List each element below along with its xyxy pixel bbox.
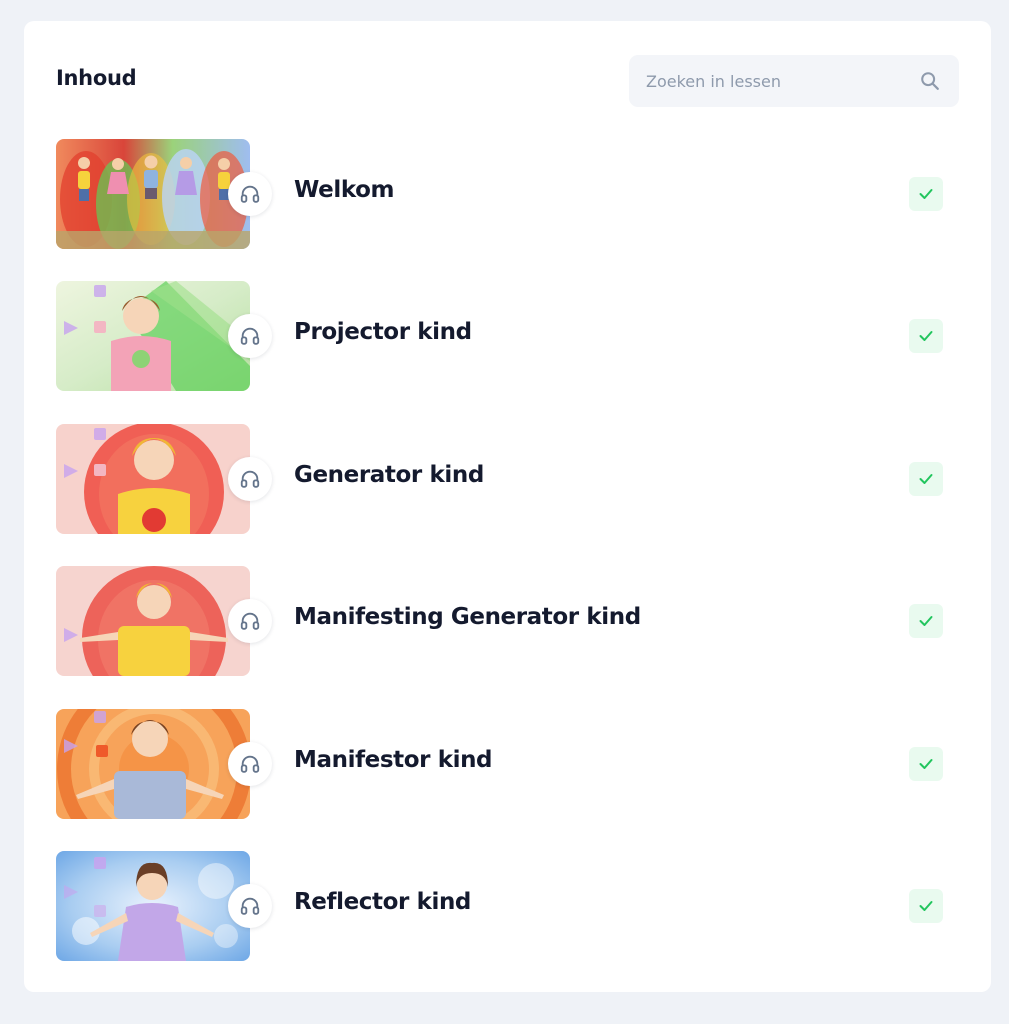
completed-badge <box>909 319 943 354</box>
search-box[interactable] <box>629 55 959 107</box>
checkmark-icon <box>919 189 933 199</box>
checkmark-icon <box>919 900 933 911</box>
lesson-title[interactable]: Welkom <box>294 177 394 203</box>
lesson-thumbnail[interactable] <box>56 139 250 249</box>
completed-badge <box>909 888 943 923</box>
audio-badge <box>228 599 272 644</box>
lesson-title[interactable]: Manifesting Generator kind <box>294 604 641 630</box>
panel-title: Inhoud <box>56 66 137 90</box>
lesson-thumbnail[interactable] <box>56 850 250 961</box>
lesson-row-reflector-kind[interactable]: Reflector kind <box>56 850 959 961</box>
audio-badge <box>228 741 272 786</box>
lesson-thumbnail[interactable] <box>56 281 250 392</box>
headphones-icon <box>240 470 260 488</box>
lesson-title[interactable]: Generator kind <box>294 462 484 488</box>
headphones-icon <box>240 755 260 773</box>
completed-badge <box>909 746 943 781</box>
headphones-icon <box>240 328 260 346</box>
lessons-panel: Inhoud Zoeken in lessen Welkom Projector… <box>24 21 991 992</box>
lesson-thumbnail[interactable] <box>56 708 250 819</box>
lesson-row-projector-kind[interactable]: Projector kind <box>56 281 959 392</box>
checkmark-icon <box>919 331 933 342</box>
completed-badge <box>909 461 943 496</box>
headphones-icon <box>240 185 260 203</box>
completed-badge <box>909 604 943 639</box>
lesson-title[interactable]: Manifestor kind <box>294 747 493 773</box>
lesson-row-manifesting-generator-kind[interactable]: Manifesting Generator kind <box>56 566 959 677</box>
lesson-title[interactable]: Projector kind <box>294 319 472 345</box>
completed-badge <box>909 177 943 211</box>
search-input[interactable] <box>629 55 909 107</box>
checkmark-icon <box>919 616 933 627</box>
search-icon[interactable] <box>919 70 941 92</box>
lesson-title[interactable]: Reflector kind <box>294 889 471 915</box>
headphones-icon <box>240 612 260 630</box>
audio-badge <box>228 883 272 928</box>
lesson-thumbnail[interactable] <box>56 423 250 534</box>
lesson-row-generator-kind[interactable]: Generator kind <box>56 423 959 534</box>
checkmark-icon <box>919 473 933 484</box>
audio-badge <box>228 172 272 216</box>
audio-badge <box>228 314 272 359</box>
lesson-row-welkom[interactable]: Welkom <box>56 139 959 249</box>
headphones-icon <box>240 897 260 915</box>
lesson-list: Welkom Projector kind Generator kind Man… <box>56 139 959 993</box>
lesson-row-manifestor-kind[interactable]: Manifestor kind <box>56 708 959 819</box>
checkmark-icon <box>919 758 933 769</box>
audio-badge <box>228 456 272 501</box>
lesson-thumbnail[interactable] <box>56 566 250 677</box>
